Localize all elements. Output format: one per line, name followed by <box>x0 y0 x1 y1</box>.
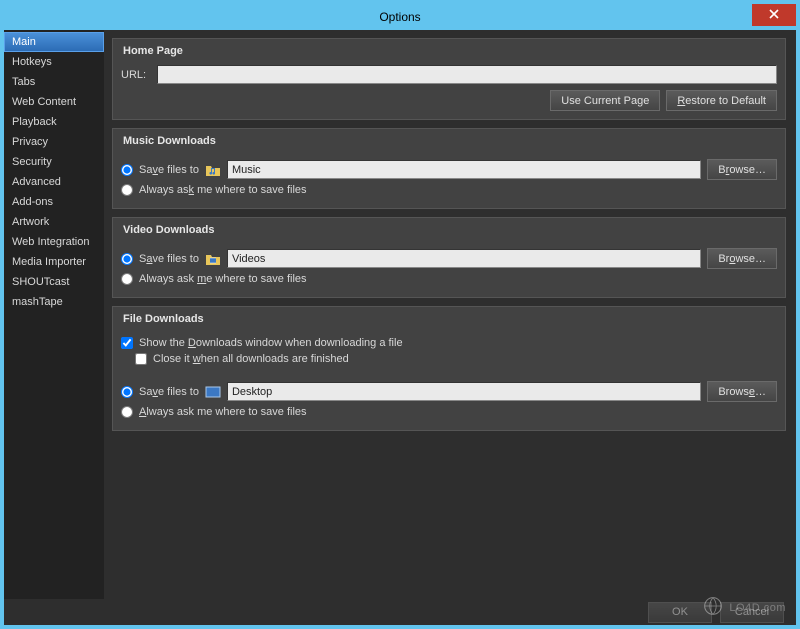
music-save-radio[interactable] <box>121 164 133 176</box>
video-ask-radio[interactable] <box>121 273 133 285</box>
restore-default-button[interactable]: Restore to Default <box>666 90 777 111</box>
video-ask-row: Always ask me where to save files <box>121 273 777 285</box>
section-title: Music Downloads <box>121 129 777 155</box>
file-show-label: Show the Downloads window when downloadi… <box>139 337 403 349</box>
sidebar-item-tabs[interactable]: Tabs <box>4 72 104 92</box>
sidebar-item-shoutcast[interactable]: SHOUTcast <box>4 272 104 292</box>
music-folder-icon <box>205 163 221 177</box>
section-title: Video Downloads <box>121 218 777 244</box>
sidebar-item-privacy[interactable]: Privacy <box>4 132 104 152</box>
section-title: File Downloads <box>121 307 777 333</box>
section-home-page: Home Page URL: Use Current Page Restore … <box>112 38 786 120</box>
sidebar-item-main[interactable]: Main <box>4 32 104 52</box>
music-browse-button[interactable]: Browse… <box>707 159 777 180</box>
file-close-checkbox[interactable] <box>135 353 147 365</box>
sidebar-item-media-importer[interactable]: Media Importer <box>4 252 104 272</box>
file-save-row: Save files to Browse… <box>121 381 777 402</box>
video-folder-icon <box>205 252 221 266</box>
file-show-checkbox[interactable] <box>121 337 133 349</box>
desktop-folder-icon <box>205 385 221 399</box>
sidebar-item-hotkeys[interactable]: Hotkeys <box>4 52 104 72</box>
sidebar-item-playback[interactable]: Playback <box>4 112 104 132</box>
sidebar-item-artwork[interactable]: Artwork <box>4 212 104 232</box>
use-current-page-button[interactable]: Use Current Page <box>550 90 660 111</box>
video-path-input[interactable] <box>227 249 701 268</box>
sidebar-item-web-content[interactable]: Web Content <box>4 92 104 112</box>
sidebar-item-mashtape[interactable]: mashTape <box>4 292 104 312</box>
music-path-input[interactable] <box>227 160 701 179</box>
video-ask-label: Always ask me where to save files <box>139 273 307 285</box>
file-save-radio[interactable] <box>121 386 133 398</box>
url-input[interactable] <box>157 65 777 84</box>
section-file-downloads: File Downloads Show the Downloads window… <box>112 306 786 431</box>
music-ask-label: Always ask me where to save files <box>139 184 307 196</box>
titlebar: Options <box>4 4 796 30</box>
main-panel: Home Page URL: Use Current Page Restore … <box>104 30 796 599</box>
sidebar-item-advanced[interactable]: Advanced <box>4 172 104 192</box>
url-row: URL: <box>121 65 777 84</box>
home-buttons: Use Current Page Restore to Default <box>121 90 777 111</box>
video-save-row: Save files to Browse… <box>121 248 777 269</box>
file-path-input[interactable] <box>227 382 701 401</box>
music-ask-row: Always ask me where to save files <box>121 184 777 196</box>
file-save-label: Save files to <box>139 386 199 398</box>
file-ask-row: Always ask me where to save files <box>121 406 777 418</box>
cancel-button[interactable]: Cancel <box>720 602 784 623</box>
file-close-row: Close it when all downloads are finished <box>135 353 777 365</box>
video-browse-button[interactable]: Browse… <box>707 248 777 269</box>
url-label: URL: <box>121 69 151 81</box>
sidebar-item-web-integration[interactable]: Web Integration <box>4 232 104 252</box>
window-title: Options <box>379 10 420 24</box>
options-window: Options Main Hotkeys Tabs Web Content Pl… <box>0 0 800 629</box>
music-ask-radio[interactable] <box>121 184 133 196</box>
file-show-row: Show the Downloads window when downloadi… <box>121 337 777 349</box>
file-close-label: Close it when all downloads are finished <box>153 353 349 365</box>
file-browse-button[interactable]: Browse… <box>707 381 777 402</box>
window-body: Main Hotkeys Tabs Web Content Playback P… <box>4 30 796 599</box>
video-save-label: Save files to <box>139 253 199 265</box>
music-save-label: Save files to <box>139 164 199 176</box>
sidebar: Main Hotkeys Tabs Web Content Playback P… <box>4 30 104 599</box>
file-ask-label: Always ask me where to save files <box>139 406 307 418</box>
section-video-downloads: Video Downloads Save files to Browse… Al… <box>112 217 786 298</box>
file-ask-radio[interactable] <box>121 406 133 418</box>
section-title: Home Page <box>121 39 777 65</box>
video-save-radio[interactable] <box>121 253 133 265</box>
section-music-downloads: Music Downloads Save files to Browse… Al… <box>112 128 786 209</box>
sidebar-item-security[interactable]: Security <box>4 152 104 172</box>
music-save-row: Save files to Browse… <box>121 159 777 180</box>
close-button[interactable] <box>752 4 796 26</box>
ok-button[interactable]: OK <box>648 602 712 623</box>
sidebar-item-addons[interactable]: Add-ons <box>4 192 104 212</box>
close-icon <box>769 9 779 22</box>
dialog-footer: OK Cancel <box>4 599 796 625</box>
